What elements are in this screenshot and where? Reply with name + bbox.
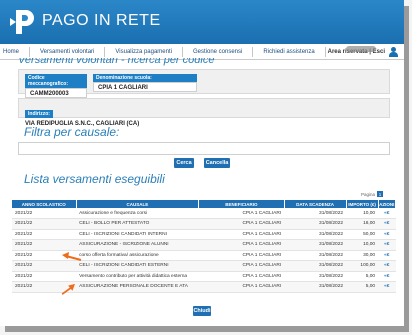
row-importo: 50,00 [346,229,379,240]
row-scadenza: 31/08/2022 [284,218,347,230]
pay-action-icon[interactable]: «€ [378,239,396,251]
table-row: 2021/22 Assicurazione e frequenza corsi CP… [12,208,396,219]
col-azioni: AZIONI [378,200,397,208]
redaction-smudge [346,46,376,52]
row-beneficiario: CPIA 1 CAGLIARI [198,271,285,282]
annotation-arrow-1 [62,252,82,261]
codice-label: Codice meccanografico: [25,74,87,88]
denominazione-label: Denominazione scuola: [93,74,197,82]
address-panel: Indirizzo: VIA REDIPUGLIA S.N.C., CAGLIA… [18,98,390,127]
row-scadenza: 31/08/2022 [284,260,347,272]
page-sheet: PAGO IN RETE Home Versamenti volontari V… [0,0,404,326]
row-causale: corso offerta formativa/ assicurazione [76,250,199,261]
annotation-arrow-2 [61,283,75,295]
app-title: PAGO IN RETE [42,12,161,29]
nav-home[interactable]: Home [0,46,31,57]
row-causale: ASSICURAZIONE PERSONALE DOCENTE E ATA [76,281,199,293]
col-scadenza[interactable]: DATA SCADENZA [284,200,347,208]
row-scadenza: 31/08/2022 [284,250,347,261]
header-banner: PAGO IN RETE [0,0,404,44]
row-importo: 100,00 [346,260,379,272]
row-importo: 30,00 [346,250,379,261]
search-button[interactable]: Cerca [174,158,194,168]
row-beneficiario: CPIA 1 CAGLIARI [198,250,285,261]
list-heading: Lista versamenti eseguibili [24,172,165,186]
row-beneficiario: CPIA 1 CAGLIARI [198,281,285,293]
row-beneficiario: CPIA 1 CAGLIARI [198,260,285,272]
row-causale: Assicurazione e frequenza corsi [76,208,199,219]
nav-gestione-consensi[interactable]: Gestione consensi [183,46,254,57]
denominazione-value: CPIA 1 CAGLIARI [93,82,197,92]
close-button[interactable]: Chiudi [193,306,211,316]
row-causale: CELI - ISCRIZIONI CANDIDATI INTERNI [76,229,199,240]
row-beneficiario: CPIA 1 CAGLIARI [198,239,285,251]
row-causale: CELI - BOLLO PER ATTESTATO [76,218,199,230]
row-importo: 10,00 [346,239,379,251]
page-heading: Versamenti volontari - ricerca per codic… [18,58,215,66]
pay-action-icon[interactable]: «€ [378,208,396,219]
row-anno: 2021/22 [12,218,77,230]
codice-field: Codice meccanografico: CAMM200003 [25,74,87,98]
row-scadenza: 31/08/2022 [284,239,347,251]
row-anno: 2021/22 [12,229,77,240]
col-causale[interactable]: CAUSALE [76,200,200,208]
row-beneficiario: CPIA 1 CAGLIARI [198,218,285,230]
col-anno[interactable]: ANNO SCOLASTICO [12,200,77,208]
user-icon[interactable] [389,46,398,57]
pay-action-icon[interactable]: «€ [378,281,396,293]
row-scadenza: 31/08/2022 [284,208,347,219]
clear-button[interactable]: Cancella [204,158,230,168]
row-anno: 2021/22 [12,208,77,219]
pay-action-icon[interactable]: «€ [378,250,396,261]
denominazione-field: Denominazione scuola: CPIA 1 CAGLIARI [93,74,197,92]
row-importo: 5,00 [346,281,379,293]
row-scadenza: 31/08/2022 [284,281,347,293]
pager-label: Pagina [361,191,376,197]
row-beneficiario: CPIA 1 CAGLIARI [198,208,285,219]
row-importo: 5,00 [346,271,379,282]
table-row: 2021/22 Versamento contributo per attivit… [12,271,396,282]
table-header-row: ANNO SCOLASTICO CAUSALE BENEFICIARIO DAT… [12,200,397,208]
row-anno: 2021/22 [12,271,77,282]
pay-action-icon[interactable]: «€ [378,271,396,282]
codice-value: CAMM200003 [25,88,87,98]
row-beneficiario: CPIA 1 CAGLIARI [198,229,285,240]
row-importo: 16,00 [346,218,379,230]
nav-richiedi-assistenza[interactable]: Richiedi assistenza [253,46,326,57]
indirizzo-label: Indirizzo: [25,110,53,118]
nav-visualizza-pagamenti[interactable]: Visualizza pagamenti [105,46,183,57]
pago-logo-icon [10,10,34,34]
nav-versamenti-volontari[interactable]: Versamenti volontari [30,46,106,57]
row-causale: CELI - ISCRIZIONI CANDIDATI ESTERNI [76,260,199,272]
row-scadenza: 31/08/2022 [284,229,347,240]
pager-current-page[interactable]: 1 [377,191,384,197]
row-causale: Versamento contributo per attività didat… [76,271,199,282]
table-row: 2021/22 CELI - ISCRIZIONI CANDIDATI INTER… [12,229,396,240]
table-row: 2021/22 CELI - BOLLO PER ATTESTATO CPIA 1 … [12,218,396,230]
pay-action-icon[interactable]: «€ [378,260,396,272]
row-causale: ASSICURAZIONE - ISCRIZIONE ALUNNI [76,239,199,251]
payments-table: ANNO SCOLASTICO CAUSALE BENEFICIARIO DAT… [12,200,397,293]
pager: Pagina 1 [361,191,384,197]
col-importo[interactable]: IMPORTO (€) [346,200,379,208]
col-beneficiario[interactable]: BENEFICIARIO [198,200,285,208]
causale-filter-input[interactable] [18,142,390,155]
school-panel: Codice meccanografico: CAMM200003 Denomi… [18,69,390,98]
row-scadenza: 31/08/2022 [284,271,347,282]
table-row: 2021/22 ASSICURAZIONE - ISCRIZIONE ALUNNI… [12,239,396,251]
filter-heading: Filtra per causale: [24,125,120,139]
row-importo: 10,00 [346,208,379,219]
pay-action-icon[interactable]: «€ [378,218,396,230]
row-anno: 2021/22 [12,239,77,251]
pay-action-icon[interactable]: «€ [378,229,396,240]
